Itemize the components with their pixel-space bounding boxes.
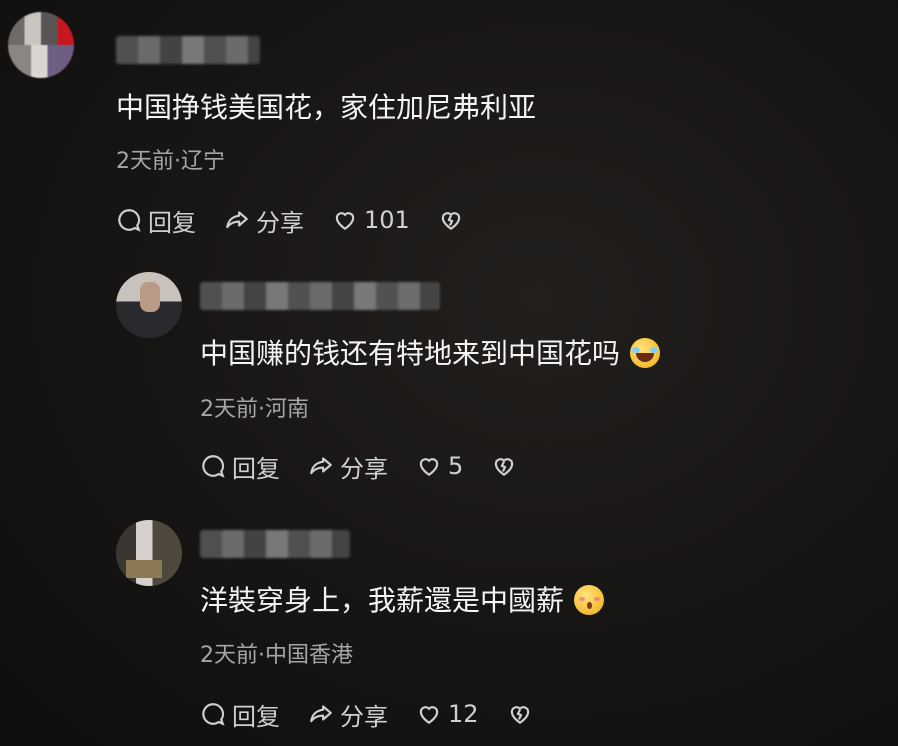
comment-meta: 2天前·辽宁 [116, 149, 225, 174]
comment-actions: 回复 分享 101 [116, 203, 498, 238]
comment-text: 中国挣钱美国花，家住加尼弗利亚 [116, 91, 537, 124]
share-button[interactable]: 分享 [308, 697, 388, 732]
share-arrow-icon [310, 705, 332, 723]
comment-meta: 2天前·中国香港 [200, 643, 353, 668]
heart-icon [419, 458, 439, 476]
comment-text-content: 洋裝穿身上，我薪還是中國薪 [200, 584, 565, 617]
avatar[interactable] [116, 272, 182, 338]
like-button[interactable]: 12 [416, 700, 479, 728]
comment-bubble-icon [118, 209, 141, 232]
dislike-button[interactable] [507, 701, 539, 727]
username-blurred[interactable] [116, 36, 260, 64]
broken-heart-icon [495, 458, 514, 476]
share-label: 分享 [256, 208, 304, 237]
like-count: 5 [448, 452, 464, 480]
username-blurred[interactable] [200, 282, 440, 310]
share-label: 分享 [340, 702, 388, 731]
comment-bubble-icon [202, 703, 225, 726]
reply-button[interactable]: 回复 [116, 203, 196, 238]
heart-icon [335, 212, 355, 230]
dislike-button[interactable] [491, 453, 523, 479]
share-label: 分享 [340, 454, 388, 483]
like-count: 101 [364, 206, 410, 234]
comment-text: 中国赚的钱还有特地来到中国花吗 [200, 337, 661, 371]
share-arrow-icon [310, 457, 332, 475]
comment-actions: 回复 分享 5 [200, 449, 551, 484]
reply-label: 回复 [232, 454, 280, 483]
like-count: 12 [448, 700, 479, 728]
share-button[interactable]: 分享 [308, 449, 388, 484]
broken-heart-icon [441, 212, 461, 230]
broken-heart-icon [510, 706, 529, 724]
username-blurred[interactable] [200, 530, 350, 558]
comment-actions: 回复 分享 12 [200, 697, 567, 732]
share-button[interactable]: 分享 [224, 203, 304, 238]
comment-text-content: 中国赚的钱还有特地来到中国花吗 [200, 337, 621, 370]
comment-text: 洋裝穿身上，我薪還是中國薪 [200, 584, 605, 618]
avatar[interactable] [116, 520, 182, 586]
reply-button[interactable]: 回复 [200, 697, 280, 732]
dislike-button[interactable] [438, 207, 470, 233]
reply-button[interactable]: 回复 [200, 449, 280, 484]
avatar[interactable] [8, 12, 74, 78]
reply-label: 回复 [232, 702, 280, 731]
comment-bubble-icon [202, 455, 225, 478]
kissing-face-with-closed-eyes-icon [574, 585, 605, 615]
heart-icon [419, 706, 439, 724]
like-button[interactable]: 101 [332, 206, 410, 234]
face-with-tears-of-joy-icon [630, 338, 661, 368]
reply-label: 回复 [148, 208, 196, 237]
comment-meta: 2天前·河南 [200, 397, 309, 422]
like-button[interactable]: 5 [416, 452, 463, 480]
share-arrow-icon [226, 211, 248, 229]
